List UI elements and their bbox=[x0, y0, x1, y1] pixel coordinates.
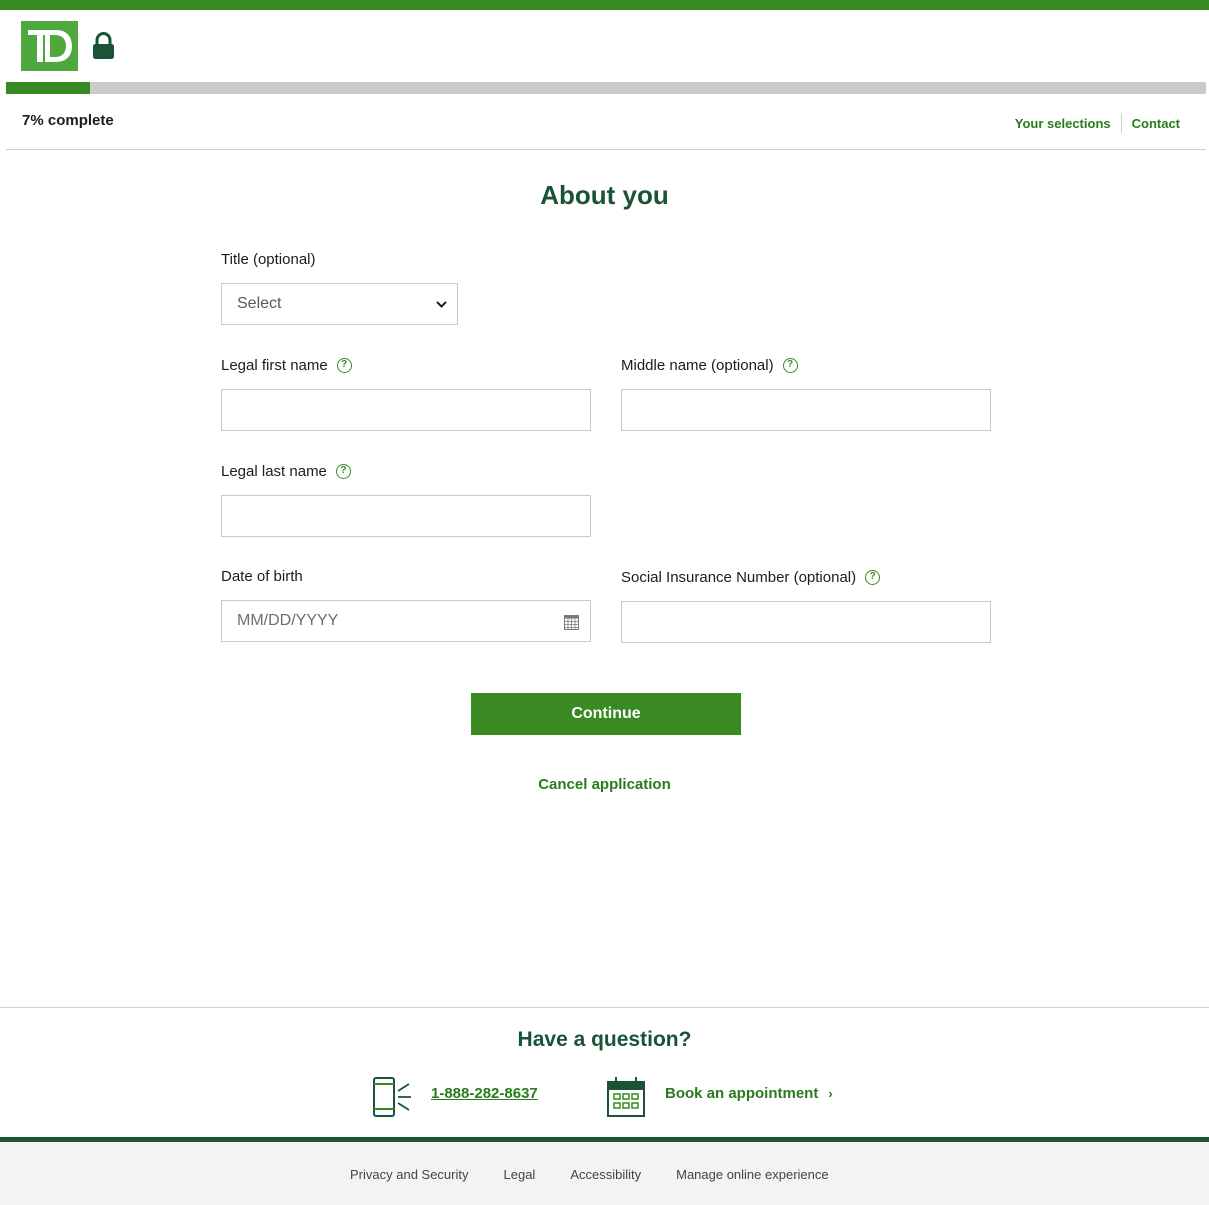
help-icon[interactable]: ? bbox=[336, 358, 352, 373]
sin-label-text: Social Insurance Number (optional) bbox=[621, 569, 857, 586]
middle-name-label-text: Middle name (optional) bbox=[621, 357, 774, 374]
legal-link[interactable]: Legal bbox=[504, 1167, 536, 1182]
sin-label: Social Insurance Number (optional) ? bbox=[621, 569, 881, 586]
cancel-application-link[interactable]: Cancel application bbox=[538, 776, 671, 793]
calendar-large-icon bbox=[606, 1076, 646, 1123]
privacy-security-link[interactable]: Privacy and Security bbox=[350, 1167, 469, 1182]
manage-online-experience-link[interactable]: Manage online experience bbox=[676, 1167, 829, 1182]
progress-bar bbox=[6, 82, 1206, 94]
title-label-text: Title (optional) bbox=[221, 251, 316, 268]
question-title: Have a question? bbox=[517, 1028, 692, 1051]
last-name-label-text: Legal last name bbox=[221, 463, 327, 480]
dob-label-text: Date of birth bbox=[221, 568, 303, 585]
progress-label: 7% complete bbox=[22, 112, 114, 129]
phone-icon bbox=[372, 1076, 414, 1123]
calendar-icon[interactable] bbox=[564, 615, 579, 635]
sin-input[interactable] bbox=[621, 601, 991, 643]
chevron-right-icon: › bbox=[828, 1086, 833, 1101]
title-select[interactable]: Select bbox=[221, 283, 458, 325]
last-name-label: Legal last name ? bbox=[221, 463, 351, 480]
chevron-down-icon bbox=[435, 298, 448, 316]
accessibility-link[interactable]: Accessibility bbox=[570, 1167, 641, 1182]
first-name-input[interactable] bbox=[221, 389, 591, 431]
help-icon[interactable]: ? bbox=[865, 570, 881, 585]
top-accent-bar bbox=[0, 0, 1209, 10]
book-appointment-label: Book an appointment bbox=[665, 1085, 819, 1102]
td-logo[interactable] bbox=[21, 21, 78, 71]
page-title: About you bbox=[540, 180, 669, 210]
title-select-value: Select bbox=[237, 295, 282, 312]
header-links: Your selections Contact bbox=[1015, 113, 1180, 133]
dob-label: Date of birth bbox=[221, 568, 303, 585]
book-appointment-link[interactable]: Book an appointment › bbox=[665, 1085, 833, 1102]
footer-links: Privacy and Security Legal Accessibility… bbox=[350, 1167, 864, 1182]
footer: Privacy and Security Legal Accessibility… bbox=[0, 1142, 1209, 1205]
last-name-input[interactable] bbox=[221, 495, 591, 537]
lock-icon bbox=[92, 32, 115, 65]
dob-input[interactable] bbox=[221, 600, 591, 642]
help-icon[interactable]: ? bbox=[782, 358, 798, 373]
progress-bar-fill bbox=[6, 82, 90, 94]
first-name-label-text: Legal first name bbox=[221, 357, 328, 374]
help-icon[interactable]: ? bbox=[335, 464, 351, 479]
phone-number-link[interactable]: 1-888-282-8637 bbox=[431, 1085, 538, 1102]
continue-button[interactable]: Continue bbox=[471, 693, 741, 735]
first-name-label: Legal first name ? bbox=[221, 357, 352, 374]
header bbox=[0, 10, 1209, 82]
cancel-row: Cancel application bbox=[0, 776, 1209, 793]
title-label: Title (optional) bbox=[221, 251, 315, 268]
middle-name-label: Middle name (optional) ? bbox=[621, 357, 798, 374]
link-divider bbox=[1120, 113, 1122, 133]
question-section: Have a question? 1-888-282-8637 Book an … bbox=[0, 1007, 1209, 1137]
status-row: 7% complete Your selections Contact bbox=[6, 94, 1206, 150]
your-selections-link[interactable]: Your selections bbox=[1015, 116, 1111, 131]
contact-link[interactable]: Contact bbox=[1132, 116, 1180, 131]
middle-name-input[interactable] bbox=[621, 389, 991, 431]
